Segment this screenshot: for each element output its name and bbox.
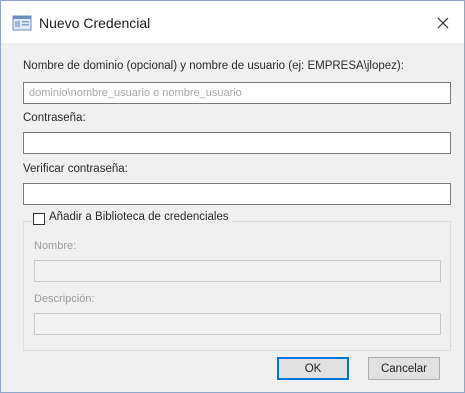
password-label: Contraseña: xyxy=(23,112,86,124)
description-label: Descripción: xyxy=(34,293,95,305)
name-label: Nombre: xyxy=(34,240,77,252)
add-to-library-checkbox[interactable] xyxy=(33,213,45,225)
new-credential-dialog: Nuevo Credencial Nombre de dominio (opci… xyxy=(0,0,465,393)
cancel-button[interactable]: Cancelar xyxy=(368,357,440,380)
domain-user-label: Nombre de dominio (opcional) y nombre de… xyxy=(23,60,404,72)
verify-password-label: Verificar contraseña: xyxy=(23,163,128,175)
dialog-content: Nombre de dominio (opcional) y nombre de… xyxy=(1,43,464,392)
title-bar: Nuevo Credencial xyxy=(1,1,464,43)
credential-app-icon xyxy=(12,15,32,31)
name-input[interactable] xyxy=(34,260,441,282)
verify-password-input[interactable] xyxy=(23,183,451,205)
password-input[interactable] xyxy=(23,132,451,154)
add-to-library-label[interactable]: Añadir a Biblioteca de credenciales xyxy=(49,211,232,223)
description-input[interactable] xyxy=(34,313,441,335)
ok-button[interactable]: OK xyxy=(277,357,349,380)
dialog-title: Nuevo Credencial xyxy=(39,15,151,31)
close-button[interactable] xyxy=(428,9,458,37)
domain-user-input[interactable] xyxy=(23,82,451,104)
close-icon xyxy=(437,17,449,29)
